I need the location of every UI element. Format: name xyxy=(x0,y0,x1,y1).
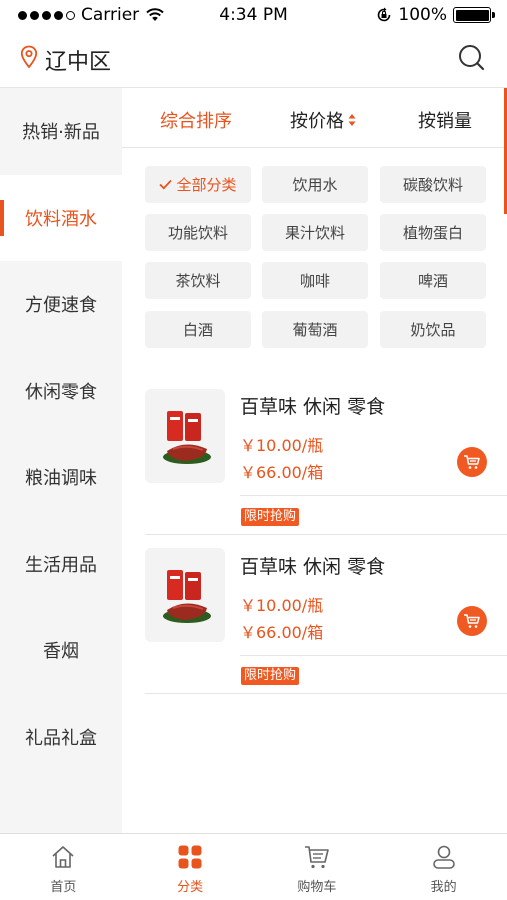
chip-tea[interactable]: 茶饮料 xyxy=(145,262,251,299)
product-image[interactable] xyxy=(145,548,225,642)
sidebar-item-grain-oil[interactable]: 粮油调味 xyxy=(0,434,122,521)
product-title[interactable]: 百草味 休闲 零食 xyxy=(240,392,385,419)
add-to-cart-button[interactable] xyxy=(457,447,487,477)
sidebar-item-label: 休闲零食 xyxy=(25,381,97,403)
flash-sale-tag: 限时抢购 xyxy=(241,667,300,685)
sort-tab-comprehensive[interactable]: 综合排序 xyxy=(160,107,232,133)
divider xyxy=(145,534,507,535)
header: 辽中区 xyxy=(0,30,507,88)
flash-sale-tag: 限时抢购 xyxy=(241,508,300,526)
chip-juice[interactable]: 果汁饮料 xyxy=(262,214,368,251)
sidebar-item-label: 礼品礼盒 xyxy=(25,727,97,749)
rotation-lock-icon xyxy=(378,7,391,22)
price-per-bottle: ￥10.00/瓶 xyxy=(240,596,324,615)
chip-energy-drink[interactable]: 功能饮料 xyxy=(145,214,251,251)
sidebar-item-label: 生活用品 xyxy=(25,554,97,576)
check-icon xyxy=(159,179,173,190)
bottom-tab-bar: 首页 分类 购物车 我的 xyxy=(0,833,507,900)
add-to-cart-button[interactable] xyxy=(457,606,487,636)
sidebar-item-label: 香烟 xyxy=(43,641,79,663)
chip-soda[interactable]: 碳酸饮料 xyxy=(380,166,486,203)
status-bar: Carrier 4:34 PM 100% xyxy=(0,0,507,30)
beef-snack-image xyxy=(163,570,211,623)
category-icon xyxy=(178,845,202,869)
product-image[interactable] xyxy=(145,389,225,483)
sidebar-item-instant-food[interactable]: 方便速食 xyxy=(0,261,122,348)
product-title[interactable]: 百草味 休闲 零食 xyxy=(240,552,385,579)
sort-bar: 综合排序 按价格 按销量 xyxy=(122,88,507,148)
status-right: 100% xyxy=(376,5,495,25)
chip-beer[interactable]: 啤酒 xyxy=(380,262,486,299)
sort-tab-sales[interactable]: 按销量 xyxy=(418,107,472,133)
cart-icon xyxy=(464,614,480,628)
price-per-case: ￥66.00/箱 xyxy=(240,623,324,642)
sidebar-item-gift-box[interactable]: 礼品礼盒 xyxy=(0,694,122,781)
chip-plant-protein[interactable]: 植物蛋白 xyxy=(380,214,486,251)
divider xyxy=(145,693,507,694)
home-icon xyxy=(52,846,74,868)
sidebar-item-snacks[interactable]: 休闲零食 xyxy=(0,348,122,435)
battery-icon xyxy=(453,7,495,23)
sidebar-item-cigarettes[interactable]: 香烟 xyxy=(0,607,122,694)
chip-dairy[interactable]: 奶饮品 xyxy=(380,311,486,348)
battery-percent: 100% xyxy=(398,5,447,25)
tab-label: 分类 xyxy=(177,880,204,895)
chip-water[interactable]: 饮用水 xyxy=(262,166,368,203)
user-icon xyxy=(432,845,455,869)
chip-wine[interactable]: 葡萄酒 xyxy=(262,311,368,348)
tab-category[interactable]: 分类 xyxy=(127,834,254,900)
search-icon[interactable] xyxy=(458,44,486,72)
cart-icon xyxy=(304,846,329,869)
sidebar-item-drinks[interactable]: 饮料酒水 xyxy=(0,174,122,261)
tab-cart[interactable]: 购物车 xyxy=(254,834,381,900)
chip-coffee[interactable]: 咖啡 xyxy=(262,262,368,299)
location-pin-icon[interactable] xyxy=(20,45,38,69)
cart-icon xyxy=(464,455,480,469)
sidebar-item-label: 饮料酒水 xyxy=(25,208,97,230)
tab-label: 购物车 xyxy=(297,880,337,895)
chip-label: 全部分类 xyxy=(176,176,237,194)
tab-label: 我的 xyxy=(430,880,457,895)
price-per-case: ￥66.00/箱 xyxy=(240,463,324,482)
category-sidebar: 热销·新品 饮料酒水 方便速食 休闲零食 粮油调味 生活用品 香烟 礼品礼盒 xyxy=(0,88,122,833)
sidebar-item-label: 方便速食 xyxy=(25,295,97,317)
sidebar-item-label: 粮油调味 xyxy=(25,468,97,490)
divider xyxy=(240,655,507,656)
price-per-bottle: ￥10.00/瓶 xyxy=(240,436,324,455)
chip-all[interactable]: 全部分类 xyxy=(145,166,251,203)
beef-snack-image xyxy=(163,411,211,464)
sort-toggle-icon xyxy=(348,114,356,126)
sidebar-item-label: 热销·新品 xyxy=(22,122,100,144)
location-label[interactable]: 辽中区 xyxy=(45,44,111,76)
sidebar-item-hot-new[interactable]: 热销·新品 xyxy=(0,88,122,175)
tab-label: 首页 xyxy=(50,880,77,895)
divider xyxy=(240,495,507,496)
sort-tab-label: 按价格 xyxy=(290,111,344,132)
tab-profile[interactable]: 我的 xyxy=(380,834,507,900)
sidebar-item-daily-goods[interactable]: 生活用品 xyxy=(0,521,122,608)
tab-home[interactable]: 首页 xyxy=(0,834,127,900)
sort-tab-price[interactable]: 按价格 xyxy=(290,107,356,133)
chip-liquor[interactable]: 白酒 xyxy=(145,311,251,348)
